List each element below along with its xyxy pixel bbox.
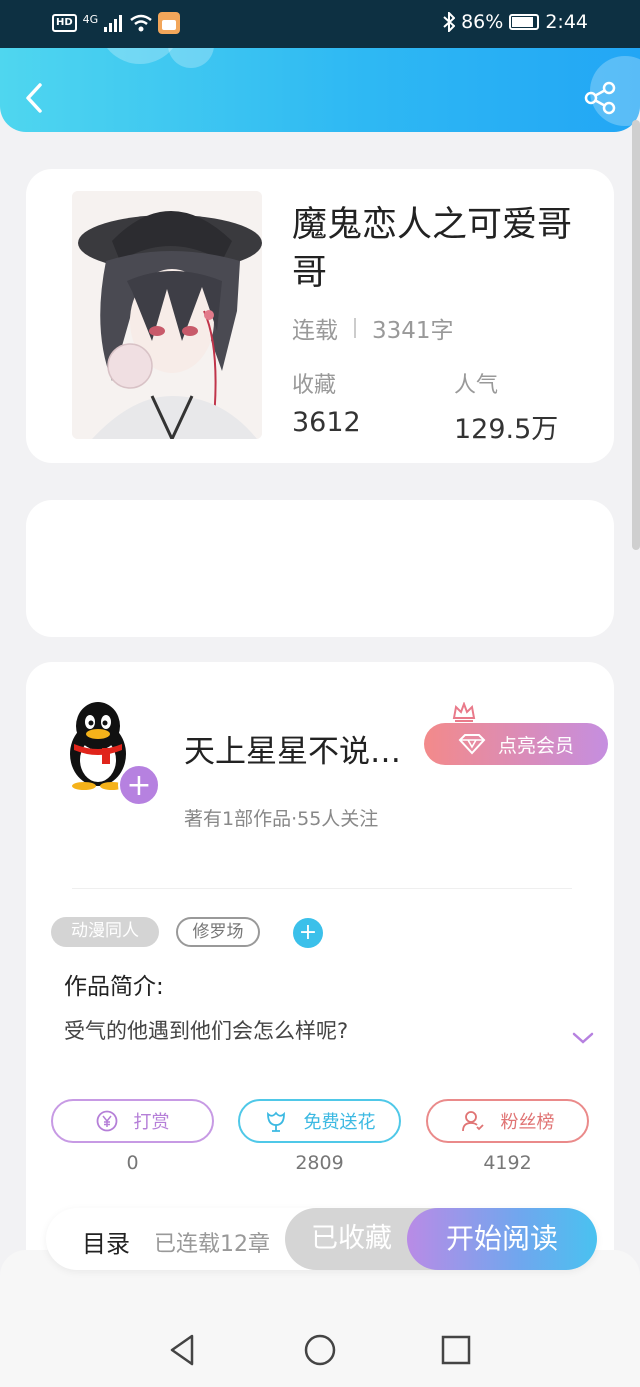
yen-coin-icon <box>96 1110 117 1132</box>
tip-count: 0 <box>126 1152 139 1174</box>
cover-illustration <box>72 191 262 439</box>
empty-card <box>26 500 614 637</box>
fan-ranking-button[interactable]: 粉丝榜 <box>426 1099 589 1143</box>
flower-icon <box>266 1111 285 1132</box>
clock: 2:44 <box>545 11 588 33</box>
wifi-icon <box>130 14 152 32</box>
bluetooth-icon <box>443 12 456 32</box>
nav-home-icon[interactable] <box>302 1332 338 1368</box>
app-notification-icon <box>158 12 181 34</box>
book-title: 魔鬼恋人之可爱哥哥 <box>292 205 573 293</box>
book-info-card: 魔鬼恋人之可爱哥哥 连载 3341字 收藏 3612 人气 129.5万 <box>26 169 614 463</box>
send-flower-button[interactable]: 免费送花 <box>238 1099 401 1143</box>
chapter-count[interactable]: 已连载12章 <box>154 1226 270 1258</box>
add-tag-button[interactable]: + <box>293 918 323 948</box>
tip-button[interactable]: 打赏 <box>51 1099 214 1143</box>
vip-label: 点亮会员 <box>497 734 574 757</box>
send-flower-label: 免费送花 <box>303 1112 376 1133</box>
follow-author-button[interactable]: + <box>118 764 160 806</box>
collect-label: 收藏 <box>292 373 337 398</box>
status-right: 86% 2:44 <box>443 11 588 33</box>
intro-title: 作品简介: <box>64 974 164 1000</box>
back-icon[interactable] <box>18 80 54 116</box>
start-reading-button[interactable]: 开始阅读 <box>407 1208 597 1270</box>
collect-value: 3612 <box>292 407 361 438</box>
tip-label: 打赏 <box>133 1112 170 1133</box>
fans-icon <box>461 1111 484 1132</box>
status-left: HD 4G <box>52 12 181 34</box>
header: HD 4G 86% 2:44 <box>0 0 640 132</box>
nav-back-icon[interactable] <box>164 1332 200 1368</box>
serial-status: 连载 <box>292 318 338 344</box>
battery-percent: 86% <box>461 11 504 33</box>
battery-icon <box>509 14 540 30</box>
author-name[interactable]: 天上星星不说… <box>184 726 401 771</box>
hd-badge: HD <box>52 14 77 32</box>
toc-button[interactable]: 目录 <box>82 1224 130 1259</box>
nav-recents-icon[interactable] <box>438 1332 474 1368</box>
share-icon[interactable] <box>582 80 618 116</box>
crown-icon <box>452 702 476 722</box>
status-bar: HD 4G 86% 2:44 <box>0 0 640 48</box>
book-cover-image[interactable] <box>72 191 262 439</box>
diamond-icon <box>458 734 486 755</box>
chevron-down-icon[interactable] <box>572 1030 594 1046</box>
fans-count: 4192 <box>483 1152 532 1174</box>
popularity-value: 129.5万 <box>454 414 559 445</box>
author-meta: 著有1部作品·55人关注 <box>184 808 379 830</box>
section-divider <box>72 888 572 889</box>
scrollbar[interactable] <box>632 120 640 550</box>
fan-ranking-label: 粉丝榜 <box>500 1112 555 1133</box>
status-divider <box>354 318 356 338</box>
reading-action-bar: 目录 已连载12章 已收藏 开始阅读 <box>46 1208 597 1270</box>
vip-button[interactable]: 点亮会员 <box>424 723 608 765</box>
signal-icon <box>104 15 123 32</box>
popularity-label: 人气 <box>454 373 499 398</box>
tag-anime-fanfic[interactable]: 动漫同人 <box>51 917 159 947</box>
network-label: 4G <box>82 12 99 26</box>
tag-love-triangle[interactable]: 修罗场 <box>176 917 260 947</box>
flower-count: 2809 <box>295 1152 344 1174</box>
intro-text: 受气的他遇到他们会怎么样呢? <box>64 1019 349 1043</box>
book-status-line: 连载 3341字 <box>292 311 454 345</box>
word-count: 3341字 <box>372 318 454 344</box>
author-card: + 天上星星不说… 著有1部作品·55人关注 点亮会员 动漫同人 修罗场 + 作… <box>26 662 614 1282</box>
